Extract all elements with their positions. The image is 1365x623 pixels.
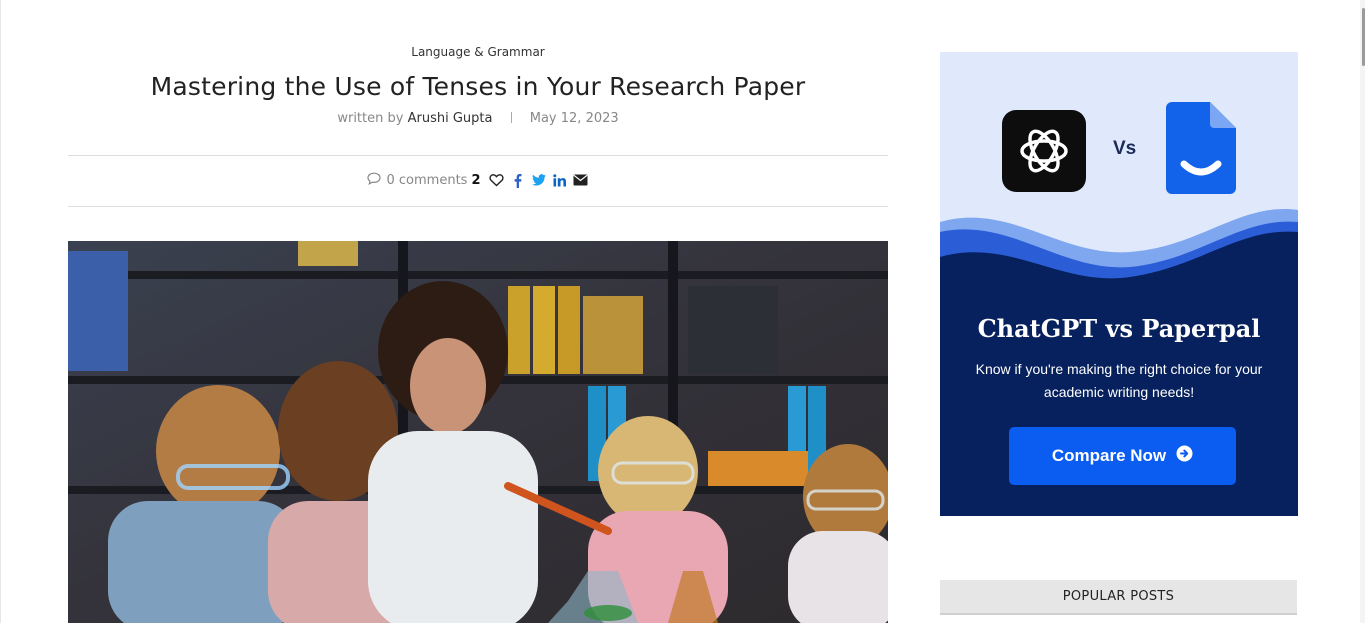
article-meta: written by Arushi Gupta May 12, 2023 [68,111,888,126]
facebook-icon[interactable] [509,171,527,189]
author-link[interactable]: Arushi Gupta [408,111,493,126]
arrow-right-circle-icon [1176,445,1193,467]
written-by-label: written by [337,111,404,126]
publish-date: May 12, 2023 [529,111,619,126]
divider-top [68,155,888,156]
chatgpt-logo-icon [1002,110,1086,192]
comments-link[interactable]: 0 comments [366,172,468,189]
comments-count: 0 comments [386,172,468,188]
chatgpt-vs-paperpal-ad[interactable]: Vs ChatGPT vs Paperpal Know if you're ma… [940,52,1298,516]
ad-subtext: Know if you're making the right choice f… [975,361,1263,400]
share-bar: 0 comments 2 [68,171,888,189]
heart-icon[interactable] [488,171,506,189]
meta-divider [510,112,512,123]
comment-icon [366,172,381,189]
ad-vs-label: Vs [1113,138,1137,159]
compare-now-button[interactable]: Compare Now [1009,427,1236,485]
likes-count: 2 [471,172,481,188]
twitter-icon[interactable] [530,171,548,189]
featured-image [68,241,888,623]
linkedin-icon[interactable] [551,171,569,189]
paperpal-logo-icon [1166,102,1236,198]
scrollbar-track[interactable] [1360,0,1365,623]
article-title: Mastering the Use of Tenses in Your Rese… [150,72,806,101]
email-icon[interactable] [572,171,590,189]
page-left-edge [0,0,1,623]
category-link[interactable]: Language & Grammar [68,45,888,59]
compare-now-label: Compare Now [1051,446,1167,465]
ad-heading: ChatGPT vs Paperpal [977,314,1261,343]
popular-posts-heading: POPULAR POSTS [940,580,1297,615]
divider-bottom [68,206,888,207]
